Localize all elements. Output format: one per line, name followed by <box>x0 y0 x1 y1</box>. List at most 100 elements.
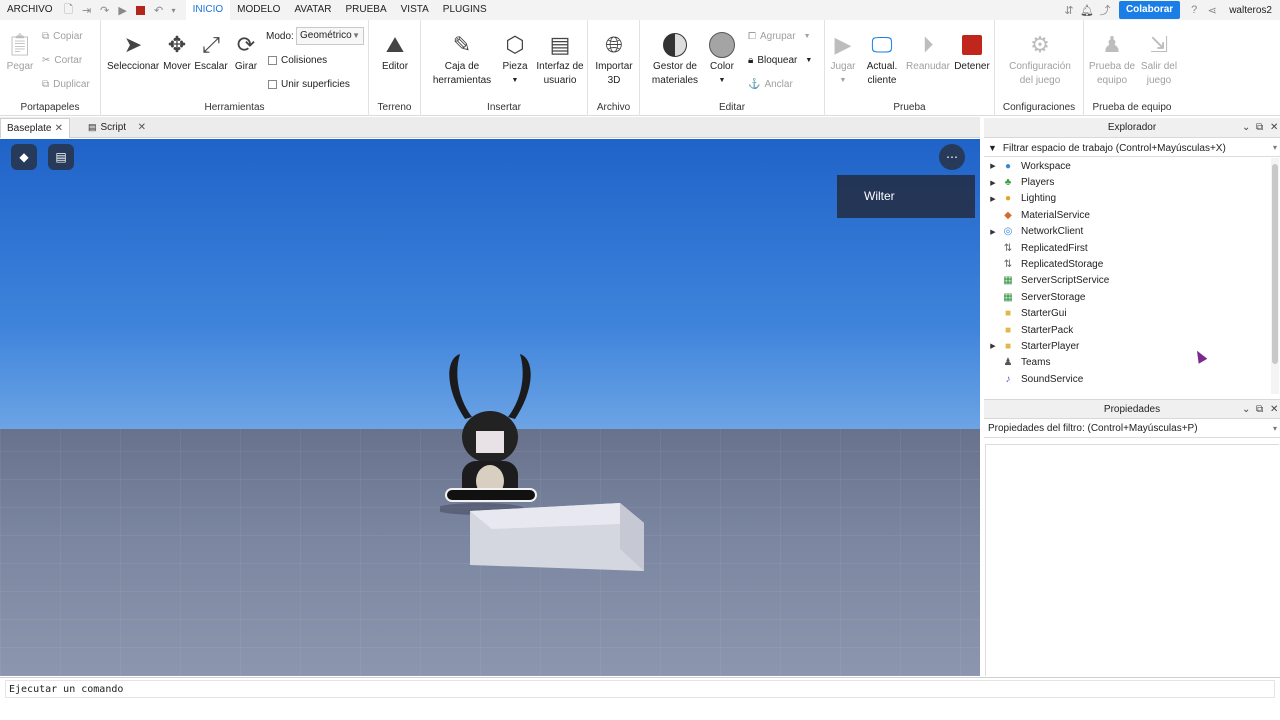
toolbox-button[interactable]: ✎ Caja de herramientas <box>429 30 495 88</box>
play-button[interactable]: ▶ Jugar ▼ <box>827 30 859 88</box>
close-icon[interactable]: ✕ <box>1270 400 1278 420</box>
tab-view[interactable]: VISTA <box>394 0 436 20</box>
tree-item-soundservice[interactable]: ♪ SoundService <box>985 371 1273 387</box>
collaborate-button[interactable]: Colaborar <box>1118 1 1181 19</box>
share-network-icon[interactable]: ⋖ <box>1203 0 1221 20</box>
tab-avatar[interactable]: AVATAR <box>287 0 338 20</box>
quick-access-dropdown-icon[interactable]: ▾ <box>168 0 180 20</box>
stop-button[interactable]: Detener <box>953 30 991 74</box>
paste-button[interactable]: 📋︎ Pegar <box>4 30 36 74</box>
stop-icon[interactable] <box>132 0 150 20</box>
scale-tool-button[interactable]: ⤢ Escalar <box>194 30 228 74</box>
tab-model[interactable]: MODELO <box>230 0 287 20</box>
tree-item-teams[interactable]: ♟ Teams <box>985 355 1273 371</box>
scrollbar-thumb[interactable] <box>1272 164 1278 364</box>
folder-icon: ■ <box>1004 324 1012 336</box>
part-dropdown-icon[interactable]: ▼ <box>499 74 531 88</box>
anchor-button[interactable]: ⚓ Anclar <box>748 79 793 90</box>
tree-item-replicatedstorage[interactable]: ⇅ ReplicatedStorage <box>985 256 1273 272</box>
join-surfaces-checkbox[interactable]: Unir superficies <box>268 79 350 90</box>
open-file-icon[interactable]: ⇥ <box>78 0 96 20</box>
game-settings-button[interactable]: ⚙ Configuración del juego <box>1001 30 1079 88</box>
team-test-button[interactable]: ♟ Prueba de equipo <box>1088 30 1136 88</box>
command-input[interactable]: Ejecutar un comando <box>5 680 1275 698</box>
import-3d-button[interactable]: 🌐︎ Importar 3D <box>594 30 634 88</box>
collisions-checkbox[interactable]: Colisiones <box>268 55 327 66</box>
redo-icon[interactable]: ↷ <box>96 0 114 20</box>
chevron-down-icon[interactable]: ▾ <box>1273 139 1277 157</box>
tab-home[interactable]: INICIO <box>185 0 231 20</box>
tree-item-serverscriptservice[interactable]: ▦ ServerScriptService <box>985 273 1273 289</box>
copy-button[interactable]: ⧉ Copiar <box>42 31 83 42</box>
expand-arrow-icon[interactable]: ▶ <box>985 228 1001 236</box>
tree-item-players[interactable]: ▶ ♣ Players <box>985 174 1273 190</box>
group-button[interactable]: ⧠ Agrupar ▼ <box>748 31 811 42</box>
explorer-filter-input[interactable]: ▼ Filtrar espacio de trabajo (Control+May… <box>984 139 1280 157</box>
share-icon[interactable]: ⤴ <box>1096 0 1114 20</box>
play-icon[interactable]: ▶ <box>114 0 132 20</box>
update-client-button[interactable]: 🖵︎ Actual. cliente <box>863 30 901 88</box>
chat-icon[interactable]: ▤ <box>48 144 74 170</box>
part-block[interactable] <box>470 503 644 571</box>
tab-plugins[interactable]: PLUGINS <box>436 0 494 20</box>
expand-arrow-icon[interactable]: ▶ <box>985 342 1001 350</box>
close-icon[interactable]: ✕ <box>1270 118 1278 138</box>
roblox-menu-icon[interactable]: ◆ <box>11 144 37 170</box>
undo-icon[interactable]: ↶ <box>150 0 168 20</box>
tree-item-workspace[interactable]: ▶ ● Workspace <box>985 158 1273 174</box>
notification-bell-icon[interactable]: 🔔︎ <box>1078 0 1096 20</box>
up-down-arrows-icon[interactable]: ⇵ <box>1060 0 1078 20</box>
close-icon[interactable]: ✕ <box>138 118 146 137</box>
close-icon[interactable]: ✕ <box>55 119 63 138</box>
tree-item-networkclient[interactable]: ▶ ◎ NetworkClient <box>985 224 1273 240</box>
lock-button[interactable]: 🔒︎ Bloquear ▼ <box>748 55 812 66</box>
more-options-icon[interactable]: ⋯ <box>939 144 965 170</box>
doc-tab-script[interactable]: ▤ Script ✕ <box>80 118 152 138</box>
terrain-editor-button[interactable]: ⛰ Editor <box>377 30 413 74</box>
tree-item-starterpack[interactable]: ■ StarterPack <box>985 322 1273 338</box>
expand-arrow-icon[interactable]: ▶ <box>985 162 1001 170</box>
menu-file[interactable]: ARCHIVO <box>0 0 60 20</box>
color-dropdown-icon[interactable]: ▼ <box>704 74 740 88</box>
material-manager-button[interactable]: Gestor de materiales <box>648 30 702 88</box>
group-label-team-test: Prueba de equipo <box>1092 102 1172 113</box>
move-tool-button[interactable]: ✥ Mover <box>161 30 193 74</box>
chevron-down-icon[interactable]: ⌄ <box>1242 400 1250 420</box>
undock-icon[interactable]: ⧉ <box>1256 400 1263 420</box>
group-team-test: ♟ Prueba de equipo ⇲ Salir del juego Pru… <box>1084 20 1180 116</box>
duplicate-button[interactable]: ⧉ Duplicar <box>42 79 90 90</box>
cut-label: Cortar <box>54 55 83 66</box>
tree-item-replicatedfirst[interactable]: ⇅ ReplicatedFirst <box>985 240 1273 256</box>
tree-item-label: SoundService <box>1021 373 1084 385</box>
rotate-tool-button[interactable]: ⟳ Girar <box>230 30 262 74</box>
select-tool-button[interactable]: ➤ Seleccionar <box>107 30 159 74</box>
username[interactable]: walteros2 <box>1221 5 1280 16</box>
cut-button[interactable]: ✂ Cortar <box>42 55 82 66</box>
expand-arrow-icon[interactable]: ▶ <box>985 179 1001 187</box>
explorer-scrollbar[interactable] <box>1271 158 1279 394</box>
user-interface-icon: ▤ <box>549 32 571 57</box>
tree-item-materialservice[interactable]: ◆ MaterialService <box>985 207 1273 223</box>
chevron-down-icon[interactable]: ⌄ <box>1242 118 1250 138</box>
part-button[interactable]: ⬡ Pieza ▼ <box>499 30 531 88</box>
help-icon[interactable]: ? <box>1185 0 1203 20</box>
tree-item-starterplayer[interactable]: ▶ ■ StarterPlayer <box>985 338 1273 354</box>
copy-icon: ⧉ <box>42 31 50 42</box>
tab-test[interactable]: PRUEBA <box>339 0 394 20</box>
chevron-down-icon[interactable]: ▾ <box>1273 420 1277 438</box>
color-button[interactable]: Color ▼ <box>704 30 740 88</box>
play-dropdown-icon[interactable]: ▼ <box>827 74 859 88</box>
undock-icon[interactable]: ⧉ <box>1256 118 1263 138</box>
resume-button[interactable]: ⏵ Reanudar <box>905 30 951 74</box>
tree-item-lighting[interactable]: ▶ ● Lighting <box>985 191 1273 207</box>
doc-tab-baseplate[interactable]: Baseplate ✕ <box>0 118 70 138</box>
expand-arrow-icon[interactable]: ▶ <box>985 195 1001 203</box>
3d-viewport[interactable]: ◆ ▤ ⋯ Wilter <box>0 139 980 676</box>
tree-item-startergui[interactable]: ■ StarterGui <box>985 306 1273 322</box>
tree-item-serverstorage[interactable]: ▦ ServerStorage <box>985 289 1273 305</box>
mode-select[interactable]: Geométrico ▼ <box>296 27 364 45</box>
exit-game-button[interactable]: ⇲ Salir del juego <box>1138 30 1180 88</box>
user-interface-button[interactable]: ▤ Interfaz de usuario <box>535 30 585 88</box>
new-file-icon[interactable]: 🗋 <box>60 0 78 20</box>
properties-filter-input[interactable]: Propiedades del filtro: (Control+Mayúscu… <box>984 420 1280 438</box>
